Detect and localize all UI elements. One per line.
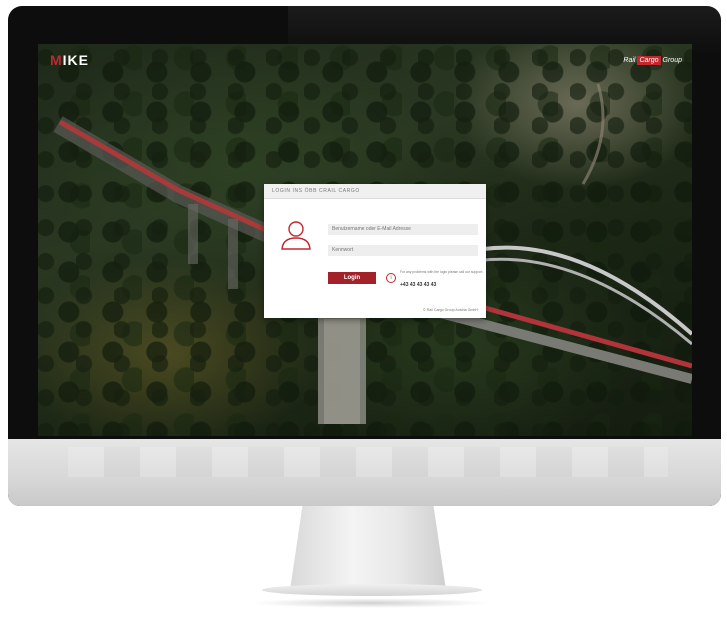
app-logo-accent: M (50, 52, 63, 68)
brand-logo-right: Group (662, 57, 682, 64)
app-logo-text: IKE (62, 52, 90, 68)
login-dialog: LOGIN INS ÖBB CRAIL CARGO Login i For an… (264, 184, 486, 318)
monitor-stand (290, 506, 446, 590)
info-icon: i (386, 273, 396, 283)
help-text: For any problems with the login please c… (400, 270, 484, 274)
copyright: © Rail Cargo Group Austria GmbH (423, 308, 478, 312)
stand-shadow (250, 598, 490, 608)
password-input[interactable] (328, 245, 478, 256)
username-input[interactable] (328, 224, 478, 235)
monitor-frame: MIKE Rail Cargo Group LOGIN INS ÖBB CRAI… (8, 6, 721, 506)
screen: MIKE Rail Cargo Group LOGIN INS ÖBB CRAI… (38, 44, 692, 436)
brand-logo-left: Rail (623, 57, 636, 64)
chin-reflection (68, 447, 668, 477)
login-button[interactable]: Login (328, 272, 376, 284)
monitor-stand-base (262, 584, 482, 596)
app-logo: MIKE (50, 52, 89, 68)
login-header: LOGIN INS ÖBB CRAIL CARGO (264, 184, 486, 199)
user-icon (281, 221, 311, 250)
brand-logo: Rail Cargo Group (623, 56, 682, 65)
brand-logo-mid: Cargo (637, 56, 661, 65)
help-phone: +43 43 43 43 43 (400, 282, 437, 288)
monitor-chin (8, 439, 721, 506)
